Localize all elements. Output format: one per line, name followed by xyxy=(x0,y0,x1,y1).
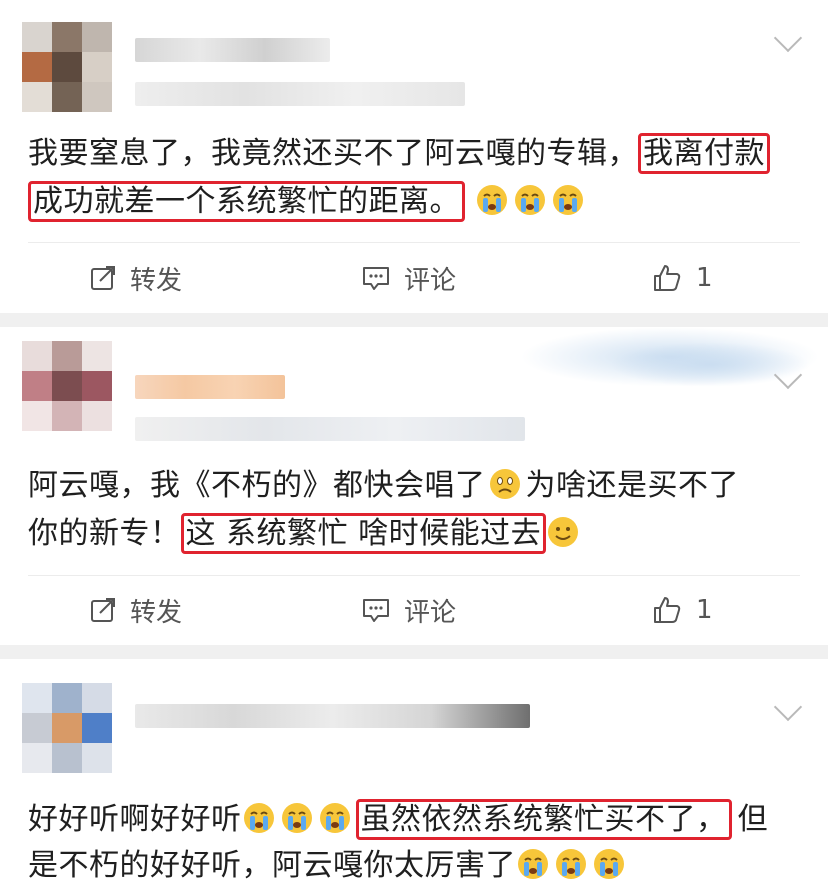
username-blurred[interactable] xyxy=(135,375,285,399)
chevron-down-icon xyxy=(773,360,803,390)
more-options-button[interactable] xyxy=(764,359,814,399)
highlighted-text: 成功就差一个系统繁忙的距离。 xyxy=(28,181,465,222)
crying-emoji xyxy=(592,847,626,881)
post-text-line: 是不朽的好好听，阿云嘎你太厉害了 xyxy=(28,845,806,887)
avatar[interactable] xyxy=(22,683,112,773)
more-options-button[interactable] xyxy=(764,22,814,62)
highlighted-text: 我离付款 xyxy=(638,133,770,174)
like-count: 1 xyxy=(696,263,713,293)
post-text-line: 好好听啊好好听 虽然依然系统繁忙买不了，但 xyxy=(28,799,806,841)
post-2: 阿云嘎，我《不朽的》都快会唱了 为啥还是买不了 你的新专！这 系统繁忙 啥时候能过… xyxy=(0,327,828,645)
post-divider xyxy=(0,645,828,659)
comment-label: 评论 xyxy=(404,265,457,296)
crying-emoji xyxy=(242,801,276,835)
post-text: 阿云嘎，我《不朽的》都快会唱了 为啥还是买不了 你的新专！这 系统繁忙 啥时候能过… xyxy=(28,465,806,555)
comment-icon xyxy=(363,599,389,622)
crying-emoji xyxy=(475,183,509,217)
post-text-line: 我要窒息了，我竟然还买不了阿云嘎的专辑， 我离付款 xyxy=(28,133,806,175)
crying-emoji xyxy=(554,847,588,881)
avatar[interactable] xyxy=(22,22,112,112)
post-3: 好好听啊好好听 虽然依然系统繁忙买不了，但 是不朽的好好听，阿云嘎你太厉害了 xyxy=(0,659,828,889)
crying-emoji xyxy=(516,847,550,881)
like-count: 1 xyxy=(696,595,713,625)
crying-emoji xyxy=(318,801,352,835)
avatar[interactable] xyxy=(22,341,112,431)
sad-emoji xyxy=(488,467,522,501)
post-meta-blurred xyxy=(135,417,525,441)
share-icon xyxy=(91,266,115,290)
repost-button[interactable]: 转发 xyxy=(90,580,182,640)
highlighted-text: 这 系统繁忙 啥时候能过去 xyxy=(180,513,547,554)
smile-emoji xyxy=(546,515,580,549)
comment-icon xyxy=(363,267,389,290)
separator xyxy=(28,575,800,576)
post-text-line: 你的新专！这 系统繁忙 啥时候能过去 xyxy=(28,513,806,555)
highlighted-text: 虽然依然系统繁忙买不了， xyxy=(355,799,732,840)
username-blurred[interactable] xyxy=(135,704,530,728)
post-text-line: 成功就差一个系统繁忙的距离。 xyxy=(28,181,806,223)
repost-label: 转发 xyxy=(130,597,183,628)
action-bar: 转发 评论 1 xyxy=(0,580,828,640)
like-button[interactable]: 1 xyxy=(652,580,713,640)
post-text: 我要窒息了，我竟然还买不了阿云嘎的专辑， 我离付款 成功就差一个系统繁忙的距离。 xyxy=(28,133,806,223)
crying-emoji xyxy=(551,183,585,217)
chevron-down-icon xyxy=(773,23,803,53)
share-icon xyxy=(91,598,115,622)
post-divider xyxy=(0,313,828,327)
chevron-down-icon xyxy=(773,692,803,722)
repost-button[interactable]: 转发 xyxy=(90,248,182,308)
post-text: 好好听啊好好听 虽然依然系统繁忙买不了，但 是不朽的好好听，阿云嘎你太厉害了 xyxy=(28,799,806,887)
crying-emoji xyxy=(513,183,547,217)
post-1: 我要窒息了，我竟然还买不了阿云嘎的专辑， 我离付款 成功就差一个系统繁忙的距离。 … xyxy=(0,0,828,313)
comment-button[interactable]: 评论 xyxy=(362,580,456,640)
repost-label: 转发 xyxy=(130,265,183,296)
crying-emoji xyxy=(280,801,314,835)
thumbs-up-icon xyxy=(654,597,681,623)
more-options-button[interactable] xyxy=(764,691,814,731)
username-blurred[interactable] xyxy=(135,38,330,62)
comment-button[interactable]: 评论 xyxy=(362,248,456,308)
action-bar: 转发 评论 1 xyxy=(0,248,828,308)
post-meta-blurred xyxy=(135,82,465,106)
thumbs-up-icon xyxy=(654,265,681,291)
like-button[interactable]: 1 xyxy=(652,248,713,308)
comment-label: 评论 xyxy=(404,597,457,628)
separator xyxy=(28,242,800,243)
post-text-line: 阿云嘎，我《不朽的》都快会唱了 为啥还是买不了 xyxy=(28,467,739,503)
